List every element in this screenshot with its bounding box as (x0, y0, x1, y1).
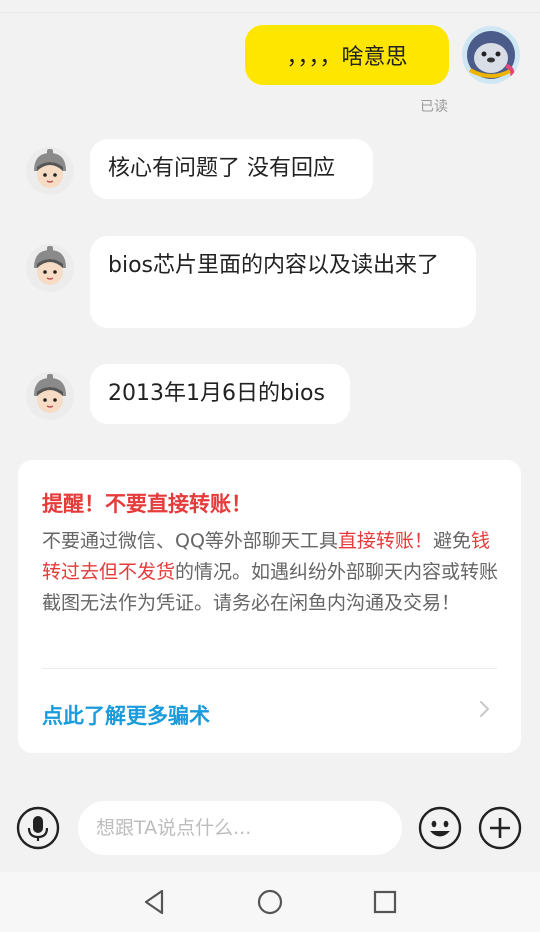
message-input[interactable] (78, 801, 402, 855)
learn-more-scams-link[interactable]: 点此了解更多骗术 (42, 700, 210, 730)
back-triangle-icon[interactable] (140, 887, 170, 917)
received-message-bubble[interactable]: 2013年1月6日的bios (90, 364, 350, 424)
anti-fraud-warning-card: 提醒！不要直接转账！ 不要通过微信、QQ等外部聊天工具直接转账！避免钱转过去但不… (18, 460, 521, 753)
microphone-icon[interactable] (16, 806, 60, 850)
received-message-row: 2013年1月6日的bios (26, 364, 350, 424)
warning-text: 避免 (432, 530, 471, 552)
warning-highlight: 直接转账！ (337, 530, 433, 552)
received-message-bubble[interactable]: bios芯片里面的内容以及读出来了 (90, 236, 476, 328)
warning-body: 不要通过微信、QQ等外部聊天工具直接转账！避免钱转过去但不发货的情况。如遇纠纷外… (42, 526, 502, 619)
seal-avatar-icon (462, 26, 520, 84)
home-circle-icon[interactable] (255, 887, 285, 917)
message-input-bar (0, 790, 540, 870)
received-message-row: bios芯片里面的内容以及读出来了 (26, 236, 476, 328)
status-divider (0, 0, 540, 13)
kid-avatar-icon (26, 244, 74, 292)
divider (42, 668, 497, 669)
seller-avatar[interactable] (26, 244, 74, 292)
recent-square-icon[interactable] (370, 887, 400, 917)
warning-title: 提醒！不要直接转账！ (42, 492, 252, 516)
kid-avatar-icon (26, 372, 74, 420)
received-message-bubble[interactable]: 核心有问题了 没有回应 (90, 139, 373, 199)
chevron-right-icon[interactable] (473, 698, 495, 720)
plus-icon[interactable] (478, 806, 522, 850)
system-nav-bar (0, 872, 540, 932)
kid-avatar-icon (26, 147, 74, 195)
seller-avatar[interactable] (26, 147, 74, 195)
my-message-row: ，，，，啥意思 (245, 25, 520, 85)
my-message-bubble[interactable]: ，，，，啥意思 (245, 25, 449, 85)
warning-text: 不要通过微信、QQ等外部聊天工具 (42, 530, 338, 552)
seller-avatar[interactable] (26, 372, 74, 420)
received-message-row: 核心有问题了 没有回应 (26, 139, 373, 199)
read-status: 已读 (420, 99, 448, 115)
my-avatar[interactable] (462, 26, 520, 84)
emoji-icon[interactable] (418, 806, 462, 850)
